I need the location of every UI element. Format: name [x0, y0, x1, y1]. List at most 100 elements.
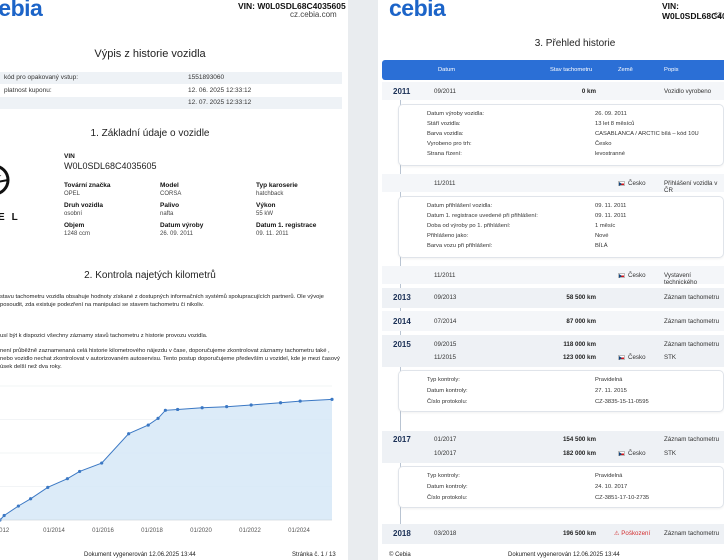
detail-key: Datum kontroly: — [427, 484, 468, 490]
history-row: kód pro opakovaný vstup: 1551893060 — [0, 72, 342, 84]
page-title: Výpis z historie vozidla — [94, 48, 206, 60]
detail-key: Přihlášeno jako: — [427, 233, 469, 239]
detail-card-inspection: Typ kontroly: Pravidelná Datum kontroly:… — [398, 370, 724, 412]
detail-key: Vyrobeno pro trh: — [427, 141, 472, 147]
x-tick-label: 01/2020 — [190, 528, 212, 534]
detail-value: levostranné — [595, 151, 625, 157]
data-point — [29, 497, 33, 501]
data-point — [163, 408, 167, 412]
year-label: 2014 — [393, 317, 411, 326]
field-label: Model — [160, 182, 179, 189]
row-km: 118 000 km — [563, 341, 596, 348]
row-date: 09/2013 — [434, 294, 457, 301]
field-value: 55 kW — [256, 211, 274, 217]
section-title-basic: 1. Základní údaje o vozidle — [90, 128, 210, 139]
field-value: OPEL — [64, 191, 81, 197]
data-point — [146, 423, 150, 427]
field-label: Druh vozidla — [64, 202, 104, 209]
detail-key: Typ kontroly: — [427, 473, 460, 479]
detail-value: CZ-3835-15-11-0595 — [595, 399, 649, 405]
row-km: 182 000 km — [562, 450, 596, 457]
data-point — [156, 416, 160, 420]
field-value: osobní — [64, 211, 83, 217]
col-header-desc: Popis — [664, 67, 679, 73]
row-country: Česko — [618, 180, 646, 187]
detail-key: Číslo protokolu: — [427, 399, 468, 405]
x-tick-label: 01/2016 — [92, 528, 114, 534]
report-page-1: cebia VIN: W0L0SDL68C4035605 cz.cebia.co… — [0, 0, 348, 560]
detail-key: Typ kontroly: — [427, 377, 460, 383]
row-date: 09/2011 — [434, 88, 456, 95]
detail-value: Nové — [595, 233, 609, 239]
field-label: Výkon — [256, 202, 276, 209]
row-date: 01/2017 — [434, 436, 457, 443]
field-label: Tovární značka — [64, 182, 111, 189]
mileage-chart: /2012 01/2014 01/2016 01/2018 01/2020 01/2022… — [0, 385, 334, 534]
year-label: 2018 — [393, 529, 411, 538]
row-desc: STK — [664, 354, 677, 361]
opel-logo-icon — [0, 165, 10, 195]
row-date: 09/2015 — [434, 341, 457, 348]
row-key: kód pro opakovaný vstup: — [4, 74, 79, 81]
year-label: 2011 — [393, 87, 411, 96]
detail-card-production: Datum výroby vozidla: 26. 09. 2011 Stáří… — [398, 104, 724, 166]
row-country: Česko — [618, 450, 646, 457]
history-row: 12. 07. 2025 12:33:12 — [0, 97, 342, 109]
footer-page-number: Stránka č. 1 / 13 — [292, 552, 336, 558]
detail-value: 26. 09. 2011 — [595, 111, 627, 117]
header-url: cz.cebia.com — [714, 10, 724, 19]
history-row: platnost kuponu: 12. 06. 2025 12:33:12 — [0, 85, 342, 97]
country-label: Česko — [628, 450, 646, 457]
row-km: 196 500 km — [562, 530, 596, 537]
detail-key: Strana řízení: — [427, 151, 462, 157]
data-point — [127, 432, 131, 436]
x-tick-label: 01/2022 — [239, 528, 261, 534]
detail-value: 09. 11. 2011 — [595, 213, 627, 219]
detail-value: CZ-3851-17-10-2735 — [595, 495, 650, 501]
country-label: Česko — [628, 272, 646, 279]
czech-flag-icon — [618, 272, 625, 278]
data-point — [298, 399, 302, 403]
footer-generated: Dokument vygenerován 12.06.2025 13:44 — [84, 552, 196, 558]
czech-flag-icon — [618, 354, 625, 360]
damage-label: Poškození — [621, 530, 651, 537]
data-point — [249, 403, 253, 407]
table-row — [382, 335, 724, 367]
data-point — [100, 461, 104, 465]
data-point — [278, 401, 283, 405]
detail-key: Stáří vozidla: — [427, 121, 461, 127]
detail-value: 27. 11. 2015 — [595, 388, 627, 394]
row-desc: Záznam tachometru — [664, 341, 720, 348]
detail-value: 1 měsíc — [595, 223, 616, 229]
row-desc: Záznam tachometru — [664, 436, 720, 443]
row-desc: Záznam tachometru — [664, 530, 720, 537]
field-label: Datum výroby — [160, 222, 204, 229]
detail-key: Číslo protokolu: — [427, 495, 468, 501]
data-point — [200, 406, 204, 410]
field-value: 09. 11. 2011 — [256, 231, 289, 237]
field-value: CORSA — [160, 191, 182, 197]
detail-value: 13 let 8 měsíců — [595, 121, 635, 127]
mileage-paragraph: usí být k dispozici všechny záznamy stav… — [0, 333, 208, 339]
section-title-history: 3. Přehled historie — [534, 38, 616, 49]
row-km: 0 km — [581, 88, 596, 95]
row-km: 58 500 km — [566, 294, 596, 301]
row-value: 12. 06. 2025 12:33:12 — [188, 87, 252, 94]
data-point — [65, 477, 69, 481]
czech-flag-icon — [618, 180, 625, 186]
field-value: hatchback — [256, 191, 284, 197]
field-label: Datum 1. registrace — [256, 222, 317, 229]
data-point — [78, 469, 82, 474]
opel-wordmark: EL — [0, 212, 25, 223]
data-point — [46, 485, 50, 489]
data-point — [2, 513, 6, 518]
detail-key: Datum 1. registrace uvedené při přihláše… — [427, 213, 538, 219]
row-key: platnost kuponu: — [4, 87, 52, 94]
detail-value: 24. 10. 2017 — [595, 484, 628, 490]
country-label: Česko — [628, 354, 646, 361]
vin-label: VIN — [64, 153, 75, 160]
report-page-2: cebia VIN: W0L0SDL68C4035605 cz.cebia.co… — [378, 0, 724, 560]
row-desc: Vystavení technického — [664, 272, 698, 286]
czech-flag-icon — [618, 450, 625, 456]
detail-key: Datum přihlášení vozidla: — [427, 203, 493, 209]
